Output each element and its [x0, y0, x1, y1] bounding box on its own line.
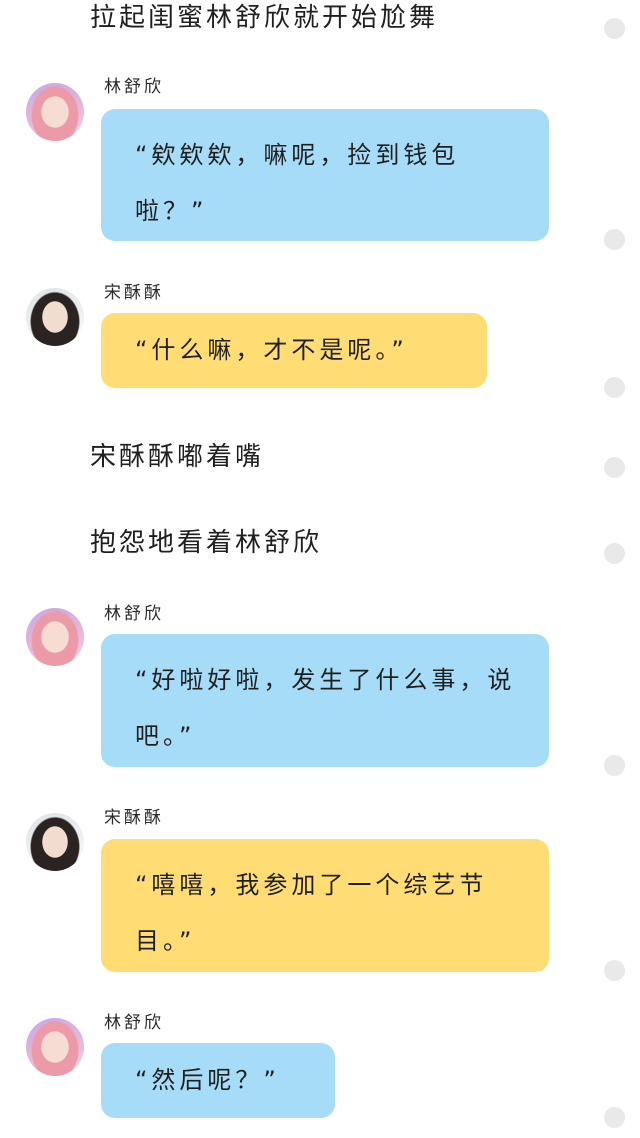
pink-hair-girl-avatar[interactable]	[26, 83, 84, 141]
scroll-marker-dot	[604, 457, 625, 478]
scroll-marker-dot	[604, 377, 625, 398]
scroll-marker-dot	[604, 18, 625, 39]
scroll-marker-dot	[604, 229, 625, 250]
scroll-marker-dot	[604, 960, 625, 981]
scroll-marker-dot	[604, 1107, 625, 1128]
message-bubble[interactable]: “然后呢？”	[101, 1043, 335, 1118]
chat-story-page: 拉起闺蜜林舒欣就开始尬舞 林舒欣 “欸欸欸，嘛呢，捡到钱包啦？” 宋酥酥 “什么…	[0, 0, 640, 1138]
message-bubble[interactable]: “什么嘛，才不是呢。”	[101, 313, 487, 388]
speaker-name: 宋酥酥	[104, 283, 164, 303]
speaker-name: 宋酥酥	[104, 808, 164, 828]
message-bubble[interactable]: “嘻嘻，我参加了一个综艺节目。”	[101, 839, 549, 972]
dark-hair-girl-avatar[interactable]	[26, 288, 84, 346]
pink-hair-girl-avatar[interactable]	[26, 1018, 84, 1076]
message-bubble[interactable]: “好啦好啦，发生了什么事，说吧。”	[101, 634, 549, 767]
speaker-name: 林舒欣	[104, 77, 164, 97]
pink-hair-girl-avatar[interactable]	[26, 608, 84, 666]
speaker-name: 林舒欣	[104, 1013, 164, 1033]
speaker-name: 林舒欣	[104, 604, 164, 624]
dark-hair-girl-avatar[interactable]	[26, 813, 84, 871]
narration-line: 宋酥酥嘟着嘴	[90, 442, 265, 472]
narration-line: 拉起闺蜜林舒欣就开始尬舞	[90, 3, 439, 33]
scroll-marker-dot	[604, 543, 625, 564]
message-bubble[interactable]: “欸欸欸，嘛呢，捡到钱包啦？”	[101, 109, 549, 241]
scroll-marker-dot	[604, 755, 625, 776]
narration-line: 抱怨地看着林舒欣	[90, 528, 323, 558]
